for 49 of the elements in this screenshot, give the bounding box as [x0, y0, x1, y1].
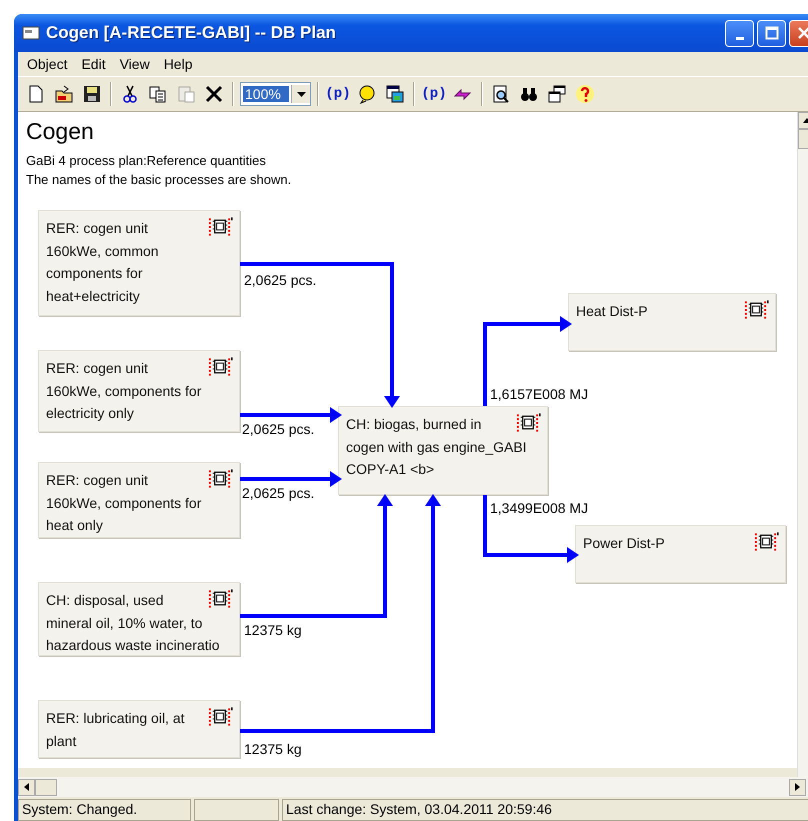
- process-name: CH: disposal, used mineral oil, 10% water, to hazardous waste incineratio: [46, 591, 220, 655]
- horizontal-scrollbar[interactable]: [18, 777, 808, 797]
- caret-left-icon: [24, 783, 29, 791]
- flow-amount: 2,0625 pcs.: [244, 272, 316, 288]
- process-name: RER: cogen unit 160kWe, components for electricity only: [46, 359, 202, 423]
- flow-amount: 1,3499E008 MJ: [490, 500, 588, 516]
- close-icon: [796, 26, 808, 40]
- menu-item[interactable]: Edit: [74, 54, 113, 74]
- toolbar-button[interactable]: (p): [323, 81, 353, 107]
- zoom-dropdown[interactable]: 100%: [240, 82, 311, 106]
- flow-amount: 2,0625 pcs.: [242, 485, 314, 501]
- menu-item[interactable]: View: [112, 54, 157, 74]
- menu-item[interactable]: Help: [156, 54, 200, 74]
- process-name: RER: lubricating oil, at plant: [46, 709, 185, 751]
- description-text: GaBi 4 process plan:Reference quantities: [26, 153, 266, 168]
- toolbar-button[interactable]: (p): [419, 81, 449, 107]
- scroll-thumb[interactable]: [35, 778, 57, 796]
- flow-amount: 12375 kg: [244, 741, 302, 757]
- scroll-right-button[interactable]: [789, 778, 806, 796]
- window-icon: [22, 26, 40, 40]
- process-name: CH: biogas, burned in cogen with gas engine_GABI COPY-A1 <b>: [346, 415, 527, 479]
- window-title: Cogen [A-RECETE-GABI] -- DB Plan: [46, 23, 337, 43]
- description-text: The names of the basic processes are shown.: [26, 172, 292, 187]
- minimize-button[interactable]: [725, 20, 754, 46]
- process-name: Power Dist-P: [583, 534, 665, 553]
- process-name: RER: cogen unit 160kWe, components for heat only: [46, 471, 202, 535]
- flow-amount: 2,0625 pcs.: [242, 421, 314, 437]
- scroll-left-button[interactable]: [18, 778, 35, 796]
- magnifier-icon[interactable]: [491, 84, 511, 104]
- window-icon[interactable]: [385, 84, 405, 104]
- document-title: Cogen: [26, 118, 94, 145]
- delete-icon[interactable]: [204, 84, 224, 104]
- minimize-icon: [736, 36, 744, 40]
- menu-item[interactable]: Object: [20, 54, 74, 74]
- flow-amount: 12375 kg: [244, 622, 302, 638]
- maximize-button[interactable]: [757, 20, 786, 46]
- balloon-icon[interactable]: [357, 84, 377, 104]
- caret-icon: [296, 92, 306, 96]
- copy-icon[interactable]: [148, 84, 168, 104]
- caret-right-icon: [795, 783, 800, 791]
- cascade-windows-icon[interactable]: [547, 84, 567, 104]
- maximize-icon: [764, 26, 778, 40]
- help-icon[interactable]: [575, 84, 595, 104]
- status-text: Last change: System, 03.04.2011 20:59:46: [282, 799, 808, 821]
- status-text: System: Changed.: [18, 799, 192, 821]
- flow-amount: 1,6157E008 MJ: [490, 386, 588, 402]
- folder-icon[interactable]: [54, 84, 74, 104]
- process-name: Heat Dist-P: [576, 302, 648, 321]
- process-name: RER: cogen unit 160kWe, common components for heat+electricity: [46, 219, 159, 306]
